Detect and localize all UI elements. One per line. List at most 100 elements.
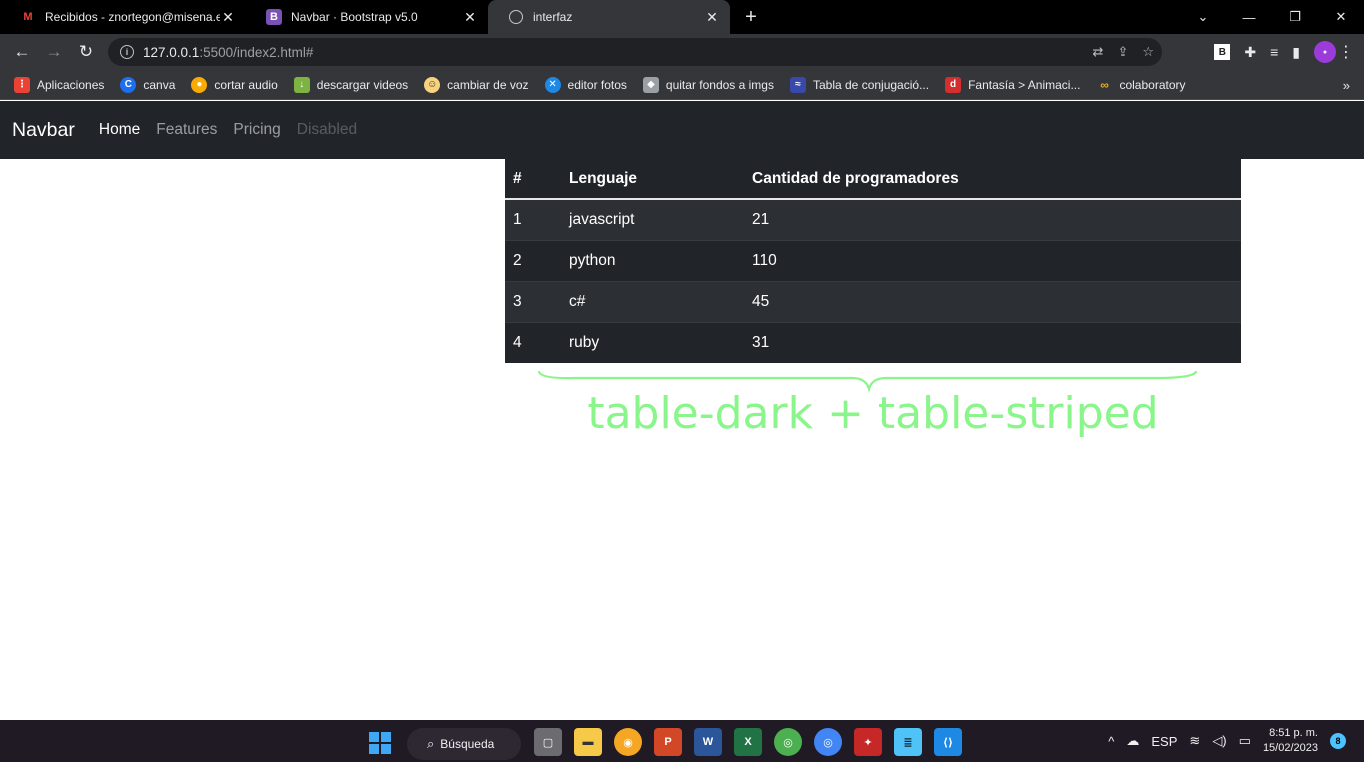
table-row: 4 ruby 31	[505, 321, 1241, 363]
bookmark-item[interactable]: ∞ colaboratory	[1096, 77, 1185, 93]
close-icon[interactable]: ✕	[704, 9, 720, 26]
powerpoint-icon[interactable]: P	[654, 728, 682, 756]
bookmark-item[interactable]: Ccanva	[120, 76, 175, 93]
url-host: 127.0.0.1	[143, 44, 200, 60]
bookmark-item[interactable]: ✕ editor fotos	[544, 76, 627, 93]
share-icon[interactable]: ⇪	[1117, 44, 1128, 60]
bookmark-star-icon[interactable]: ☆	[1142, 44, 1154, 60]
cell-index: 1	[505, 198, 561, 240]
menu-kebab-icon[interactable]: ⋮	[1338, 38, 1354, 66]
apps-grid-icon: ⋮	[14, 76, 30, 93]
bookmark-item[interactable]: d Fantasía > Animaci...	[945, 76, 1080, 93]
bookmark-item[interactable]: ⋮ Aplicaciones	[14, 76, 104, 93]
column-header: Lenguaje	[561, 159, 744, 200]
nav-link-features[interactable]: Features	[156, 121, 217, 139]
word-icon[interactable]: W	[694, 728, 722, 756]
chrome-icon[interactable]: ◎	[774, 728, 802, 756]
brave-icon[interactable]: ◉	[614, 728, 642, 756]
notepad-icon[interactable]: ≣	[894, 728, 922, 756]
tab-title: Navbar · Bootstrap v5.0	[291, 10, 418, 24]
task-view-icon[interactable]: ▢	[534, 728, 562, 756]
table-row: 1 javascript 21	[505, 198, 1241, 240]
fantasy-icon: d	[945, 76, 962, 93]
bookmark-item[interactable]: ☺ cambiar de voz	[424, 76, 529, 93]
chevron-down-icon[interactable]: ⌄	[1180, 0, 1226, 34]
bookmark-item[interactable]: ≈ Tabla de conjugació...	[789, 76, 929, 93]
bootstrap-icon: B	[266, 9, 282, 25]
column-header: Cantidad de programadores	[744, 159, 1241, 200]
bookmark-item[interactable]: ◆ quitar fondos a imgs	[642, 76, 774, 93]
tab-strip: M Recibidos - znortegon@misena.e ✕ B Nav…	[0, 0, 1364, 34]
languages-table: # Lenguaje Cantidad de programadores 1 j…	[505, 159, 1241, 363]
site-info-icon[interactable]: i	[120, 45, 134, 59]
cell-language: javascript	[561, 198, 744, 240]
media-queue-icon[interactable]: ≡	[1270, 44, 1278, 60]
volume-icon[interactable]: ◁)	[1212, 733, 1226, 749]
puzzle-icon[interactable]: ✚	[1244, 44, 1256, 61]
url-path: :5500/index2.html#	[199, 44, 314, 60]
excel-icon[interactable]: X	[734, 728, 762, 756]
tab-bootstrap[interactable]: B Navbar · Bootstrap v5.0 ✕	[246, 0, 488, 34]
translate-icon[interactable]: ⇄	[1093, 44, 1104, 60]
annotation: table-dark + table-striped	[536, 368, 1200, 448]
close-icon[interactable]: ✕	[462, 9, 478, 26]
taskbar-search[interactable]: ⌕ Búsqueda	[407, 728, 521, 760]
close-icon[interactable]: ✕	[220, 9, 236, 26]
canva-icon: C	[120, 76, 137, 93]
audio-icon: ●	[191, 76, 208, 93]
search-label: Búsqueda	[440, 737, 495, 751]
cell-index: 3	[505, 280, 561, 322]
close-window-button[interactable]: ✕	[1318, 0, 1364, 34]
bootstrap-extension-icon[interactable]: B	[1214, 44, 1231, 60]
minimize-button[interactable]: —	[1226, 0, 1272, 34]
table-header-row: # Lenguaje Cantidad de programadores	[505, 159, 1241, 200]
column-header: #	[505, 159, 561, 200]
bookmarks-bar: ⋮ Aplicaciones Ccanva ● cortar audio ↓ desc…	[0, 70, 1364, 100]
battery-icon[interactable]: ▭	[1239, 733, 1251, 749]
file-explorer-icon[interactable]: ▬	[574, 728, 602, 756]
system-tray: ^ ☁ ESP ≋ ◁) ▭ 8:51 p. m. 15/02/2023 8	[1108, 720, 1364, 762]
cloud-icon[interactable]: ☁	[1126, 733, 1139, 749]
cell-language: ruby	[561, 321, 744, 363]
chevron-up-icon[interactable]: ^	[1108, 734, 1114, 749]
chrome-profile-icon[interactable]: ◎	[814, 728, 842, 756]
forward-button[interactable]: →	[38, 36, 70, 68]
cell-language: c#	[561, 280, 744, 322]
language-indicator[interactable]: ESP	[1151, 734, 1177, 749]
nav-link-pricing[interactable]: Pricing	[233, 121, 280, 139]
new-tab-button[interactable]: +	[738, 0, 764, 34]
bookmark-item[interactable]: ↓ descargar videos	[293, 76, 408, 93]
wifi-icon[interactable]: ≋	[1189, 733, 1200, 749]
tab-interfaz[interactable]: interfaz ✕	[488, 0, 730, 34]
cell-count: 110	[744, 239, 1241, 281]
date: 15/02/2023	[1262, 742, 1318, 754]
gmail-icon: M	[23, 11, 33, 23]
side-panel-icon[interactable]: ▮	[1292, 44, 1300, 61]
cell-count: 45	[744, 280, 1241, 322]
colab-icon: ∞	[1100, 77, 1109, 92]
table-conj-icon: ≈	[789, 76, 806, 93]
cell-index: 4	[505, 321, 561, 363]
avatar[interactable]: ●	[1314, 41, 1336, 63]
chevron-right-icon[interactable]: »	[1343, 70, 1350, 100]
windows-start-icon[interactable]	[369, 732, 391, 754]
table-row: 3 c# 45	[505, 280, 1241, 322]
cell-count: 31	[744, 321, 1241, 363]
bookmark-item[interactable]: ● cortar audio	[191, 76, 278, 93]
back-button[interactable]: ←	[6, 36, 38, 68]
restore-button[interactable]: ❐	[1272, 0, 1318, 34]
layers-icon: ◆	[642, 76, 659, 93]
app-red-icon[interactable]: ✦	[854, 728, 882, 756]
address-bar[interactable]: i 127.0.0.1:5500/index2.html# ⇄ ⇪ ☆	[108, 38, 1162, 66]
navbar-brand[interactable]: Navbar	[12, 119, 75, 142]
clock[interactable]: 8:51 p. m. 15/02/2023	[1263, 726, 1318, 756]
nav-link-home[interactable]: Home	[99, 121, 140, 139]
browser-toolbar: ← → ↻ i 127.0.0.1:5500/index2.html# ⇄ ⇪ …	[0, 34, 1364, 70]
globe-icon	[508, 9, 524, 25]
notification-badge[interactable]: 8	[1330, 733, 1346, 749]
vscode-icon[interactable]: ⟨⟩	[934, 728, 962, 756]
tab-gmail[interactable]: M Recibidos - znortegon@misena.e ✕	[0, 0, 246, 34]
table-row: 2 python 110	[505, 239, 1241, 281]
voice-icon: ☺	[424, 76, 441, 93]
reload-button[interactable]: ↻	[70, 36, 102, 68]
